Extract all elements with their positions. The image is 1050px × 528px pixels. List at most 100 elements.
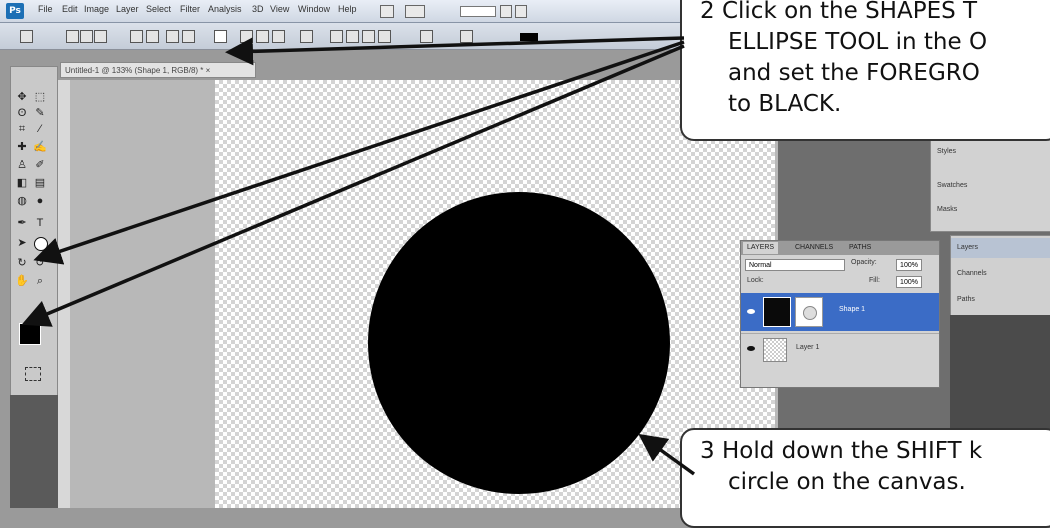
eyedropper-tool-icon[interactable]: ⁄ bbox=[33, 123, 47, 135]
tab-channels[interactable]: CHANNELS bbox=[791, 242, 837, 254]
menu-file[interactable]: File bbox=[38, 4, 53, 14]
pen-tool-icon[interactable]: ✒ bbox=[15, 217, 29, 229]
intersect-shape-icon[interactable] bbox=[362, 30, 375, 43]
opacity-field[interactable]: 100% bbox=[896, 259, 922, 271]
menu-image[interactable]: Image bbox=[84, 4, 109, 14]
hand-tool-icon[interactable] bbox=[500, 5, 512, 18]
healing-brush-tool-icon[interactable]: ✚ bbox=[15, 141, 29, 153]
rectangle-shape-icon[interactable] bbox=[166, 30, 179, 43]
paths-icon[interactable] bbox=[80, 30, 93, 43]
black-circle-shape[interactable] bbox=[368, 192, 670, 494]
shape-color-swatch[interactable] bbox=[520, 33, 538, 41]
menu-analysis[interactable]: Analysis bbox=[208, 4, 242, 14]
clone-stamp-tool-icon[interactable]: ♙ bbox=[15, 159, 29, 171]
panel-item-paths[interactable]: Paths bbox=[957, 290, 1047, 310]
fill-label: Fill: bbox=[869, 277, 880, 284]
layer-thumbnail bbox=[763, 338, 787, 362]
menu-window[interactable]: Window bbox=[298, 4, 330, 14]
brush-tool-icon[interactable]: ✍ bbox=[33, 141, 47, 153]
foreground-color-swatch[interactable] bbox=[19, 323, 41, 345]
layers-panel-tabs: LAYERS CHANNELS PATHS bbox=[741, 241, 939, 255]
exclude-shape-icon[interactable] bbox=[378, 30, 391, 43]
gradient-tool-icon[interactable]: ▤ bbox=[33, 177, 47, 189]
polygon-shape-icon[interactable] bbox=[240, 30, 253, 43]
layer-thumbnail bbox=[763, 297, 791, 327]
tool-preset-icon[interactable] bbox=[20, 30, 33, 43]
menu-help[interactable]: Help bbox=[338, 4, 357, 14]
ellipse-mask-shape bbox=[803, 306, 817, 320]
dodge-tool-icon[interactable]: ● bbox=[33, 195, 47, 207]
panel-item-layers[interactable]: Layers bbox=[957, 238, 1047, 258]
visibility-eye-icon[interactable] bbox=[747, 309, 755, 314]
bridge-icon[interactable] bbox=[380, 5, 394, 18]
menu-layer[interactable]: Layer bbox=[116, 4, 139, 14]
tab-layers[interactable]: LAYERS bbox=[743, 242, 779, 254]
3d-orbit-tool-icon[interactable]: ↺ bbox=[33, 257, 47, 269]
custom-shape-icon[interactable] bbox=[272, 30, 285, 43]
ellipse-tool-icon[interactable] bbox=[34, 237, 48, 251]
step-number: 2 bbox=[700, 0, 715, 24]
fill-pixels-icon[interactable] bbox=[94, 30, 107, 43]
callout-line: ELLIPSE TOOL in the O bbox=[728, 29, 988, 55]
link-style-icon[interactable] bbox=[420, 30, 433, 43]
vector-mask-thumbnail[interactable] bbox=[795, 297, 823, 327]
rounded-rectangle-shape-icon[interactable] bbox=[182, 30, 195, 43]
ellipse-shape-icon[interactable] bbox=[214, 30, 227, 43]
type-tool-icon[interactable]: T bbox=[33, 217, 47, 229]
menu-edit[interactable]: Edit bbox=[62, 4, 78, 14]
zoom-tool-icon[interactable]: ⌕ bbox=[33, 275, 47, 287]
freeform-pen-icon[interactable] bbox=[146, 30, 159, 43]
collapsed-panels: Layers Channels Paths bbox=[950, 235, 1050, 317]
subtract-shape-icon[interactable] bbox=[346, 30, 359, 43]
menu-filter[interactable]: Filter bbox=[180, 4, 200, 14]
add-to-shape-icon[interactable] bbox=[330, 30, 343, 43]
quick-select-tool-icon[interactable]: ✎ bbox=[33, 107, 47, 119]
zoom-level-dropdown[interactable] bbox=[460, 6, 496, 17]
mini-bridge-icon[interactable] bbox=[405, 5, 425, 18]
layer-name: Shape 1 bbox=[839, 306, 866, 313]
visibility-eye-icon[interactable] bbox=[747, 346, 755, 351]
panel-item-channels[interactable]: Channels bbox=[957, 264, 1047, 284]
pen-icon[interactable] bbox=[130, 30, 143, 43]
history-brush-tool-icon[interactable]: ✐ bbox=[33, 159, 47, 171]
panel-item-masks[interactable]: Masks bbox=[937, 201, 1047, 219]
document-tab[interactable]: Untitled-1 @ 133% (Shape 1, RGB/8) * × bbox=[60, 62, 256, 78]
lock-label: Lock: bbox=[747, 277, 764, 284]
callout-line: Hold down the SHIFT k bbox=[721, 438, 983, 464]
shape-layers-icon[interactable] bbox=[66, 30, 79, 43]
panel-item-swatches[interactable]: Swatches bbox=[937, 177, 1047, 195]
step-number: 3 bbox=[700, 438, 715, 464]
zoom-tool-icon[interactable] bbox=[515, 5, 527, 18]
fill-field[interactable]: 100% bbox=[896, 276, 922, 288]
layer-row-shape-1[interactable]: Shape 1 bbox=[741, 293, 939, 331]
callout-step-2: 2 Click on the SHAPES T ELLIPSE TOOL in … bbox=[680, 0, 1050, 141]
vertical-ruler bbox=[58, 80, 70, 508]
layer-name: Layer 1 bbox=[796, 344, 820, 351]
panel-item-styles[interactable]: Styles bbox=[937, 143, 1047, 161]
callout-line: circle on the canvas. bbox=[728, 469, 966, 495]
marquee-tool-icon[interactable]: ⬚ bbox=[33, 91, 47, 103]
3d-rotate-tool-icon[interactable]: ↻ bbox=[15, 257, 29, 269]
menu-3d[interactable]: 3D bbox=[252, 4, 264, 14]
menu-view[interactable]: View bbox=[270, 4, 289, 14]
move-tool-icon[interactable]: ✥ bbox=[15, 91, 29, 103]
layers-panel: LAYERS CHANNELS PATHS Normal Opacity: 10… bbox=[740, 240, 940, 388]
tab-paths[interactable]: PATHS bbox=[845, 242, 875, 254]
callout-step-3: 3 Hold down the SHIFT k circle on the ca… bbox=[680, 428, 1050, 528]
eraser-tool-icon[interactable]: ◧ bbox=[15, 177, 29, 189]
blend-mode-select[interactable]: Normal bbox=[745, 259, 845, 271]
crop-tool-icon[interactable]: ⌗ bbox=[15, 123, 29, 135]
photoshop-logo: Ps bbox=[6, 3, 24, 19]
hand-tool-icon[interactable]: ✋ bbox=[15, 275, 29, 287]
blur-tool-icon[interactable]: ◍ bbox=[15, 195, 29, 207]
callout-line: Click on the SHAPES T bbox=[721, 0, 978, 24]
menu-select[interactable]: Select bbox=[146, 4, 171, 14]
geometry-options-icon[interactable] bbox=[300, 30, 313, 43]
style-picker-icon[interactable] bbox=[460, 30, 473, 43]
lasso-tool-icon[interactable]: ʘ bbox=[15, 107, 29, 119]
path-selection-tool-icon[interactable]: ➤ bbox=[15, 237, 29, 249]
layer-row-layer-1[interactable]: Layer 1 bbox=[741, 333, 939, 364]
opacity-label: Opacity: bbox=[851, 259, 877, 266]
line-shape-icon[interactable] bbox=[256, 30, 269, 43]
quick-mask-icon[interactable] bbox=[25, 367, 41, 381]
